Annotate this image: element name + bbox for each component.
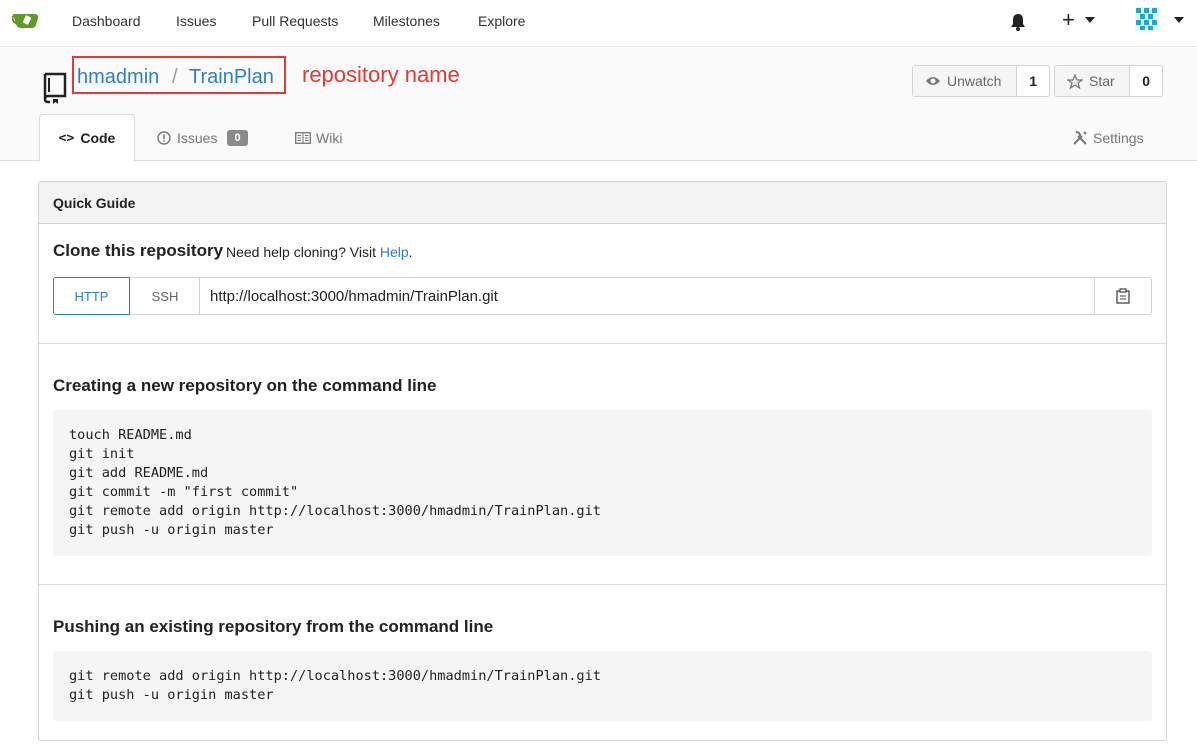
tab-wiki-label: Wiki bbox=[316, 130, 343, 146]
clone-help-prefix: Need help cloning? Visit bbox=[226, 244, 376, 260]
tab-issues[interactable]: Issues 0 bbox=[157, 114, 248, 162]
section-divider bbox=[39, 343, 1166, 344]
new-repo-code-block: touch README.md git init git add README.… bbox=[53, 410, 1152, 556]
tab-settings-label: Settings bbox=[1093, 130, 1144, 146]
tab-code-label: Code bbox=[80, 130, 116, 146]
code-icon: <> bbox=[58, 130, 75, 146]
repo-name-link[interactable]: TrainPlan bbox=[189, 66, 274, 89]
unwatch-button[interactable]: Unwatch bbox=[913, 66, 1018, 96]
star-label: Star bbox=[1089, 73, 1115, 89]
repository-name-annotation: repository name bbox=[302, 62, 460, 87]
existing-repo-title: Pushing an existing repository from the … bbox=[53, 617, 494, 636]
clone-help-link[interactable]: Help bbox=[380, 244, 409, 260]
watch-button-group: Unwatch 1 bbox=[912, 65, 1050, 97]
quick-guide-header: Quick Guide bbox=[39, 182, 1166, 224]
star-count[interactable]: 0 bbox=[1130, 66, 1162, 96]
repo-path-separator: / bbox=[172, 66, 178, 88]
existing-repo-code-block: git remote add origin http://localhost:3… bbox=[53, 651, 1152, 721]
clone-title: Clone this repository bbox=[53, 241, 224, 260]
clipboard-icon bbox=[1116, 288, 1130, 304]
create-dropdown-caret-icon[interactable] bbox=[1085, 17, 1095, 23]
ssh-protocol-button[interactable]: SSH bbox=[131, 278, 200, 314]
http-protocol-button[interactable]: HTTP bbox=[53, 277, 130, 315]
user-dropdown-caret-icon[interactable] bbox=[1174, 17, 1184, 23]
clone-url-input[interactable] bbox=[200, 278, 1094, 314]
nav-issues[interactable]: Issues bbox=[176, 13, 216, 29]
top-navbar: Dashboard Issues Pull Requests Milestone… bbox=[0, 0, 1197, 47]
clone-help-text: Need help cloning? Visit Help. bbox=[226, 244, 413, 260]
star-button-group: Star 0 bbox=[1054, 65, 1163, 97]
bell-icon[interactable] bbox=[1009, 12, 1027, 32]
issue-icon bbox=[157, 131, 171, 145]
nav-milestones[interactable]: Milestones bbox=[373, 13, 440, 29]
avatar-icon[interactable] bbox=[1135, 7, 1159, 31]
clone-help-period: . bbox=[408, 244, 413, 260]
settings-icon bbox=[1073, 131, 1087, 145]
quick-guide-title: Quick Guide bbox=[53, 195, 136, 211]
tab-settings[interactable]: Settings bbox=[1072, 114, 1144, 162]
new-repo-title: Creating a new repository on the command… bbox=[53, 376, 437, 395]
plus-icon[interactable]: + bbox=[1062, 9, 1075, 31]
star-icon bbox=[1067, 73, 1083, 89]
clone-url-bar: HTTP SSH bbox=[53, 277, 1152, 315]
wiki-icon bbox=[295, 132, 311, 144]
star-button[interactable]: Star bbox=[1055, 66, 1131, 96]
nav-dashboard[interactable]: Dashboard bbox=[72, 13, 141, 29]
eye-icon bbox=[926, 77, 940, 85]
tab-code[interactable]: <> Code bbox=[39, 114, 135, 162]
section-divider bbox=[39, 584, 1166, 585]
copy-url-button[interactable] bbox=[1094, 278, 1151, 314]
tab-wiki[interactable]: Wiki bbox=[295, 114, 342, 162]
watch-count[interactable]: 1 bbox=[1017, 66, 1049, 96]
nav-pull-requests[interactable]: Pull Requests bbox=[252, 13, 338, 29]
unwatch-label: Unwatch bbox=[947, 73, 1002, 89]
repo-book-icon bbox=[43, 72, 67, 104]
issues-count-badge: 0 bbox=[227, 130, 248, 146]
nav-explore[interactable]: Explore bbox=[478, 13, 525, 29]
gitea-logo-icon[interactable] bbox=[12, 9, 40, 33]
repo-owner-link[interactable]: hmadmin bbox=[77, 66, 159, 89]
tab-issues-label: Issues bbox=[177, 130, 218, 146]
